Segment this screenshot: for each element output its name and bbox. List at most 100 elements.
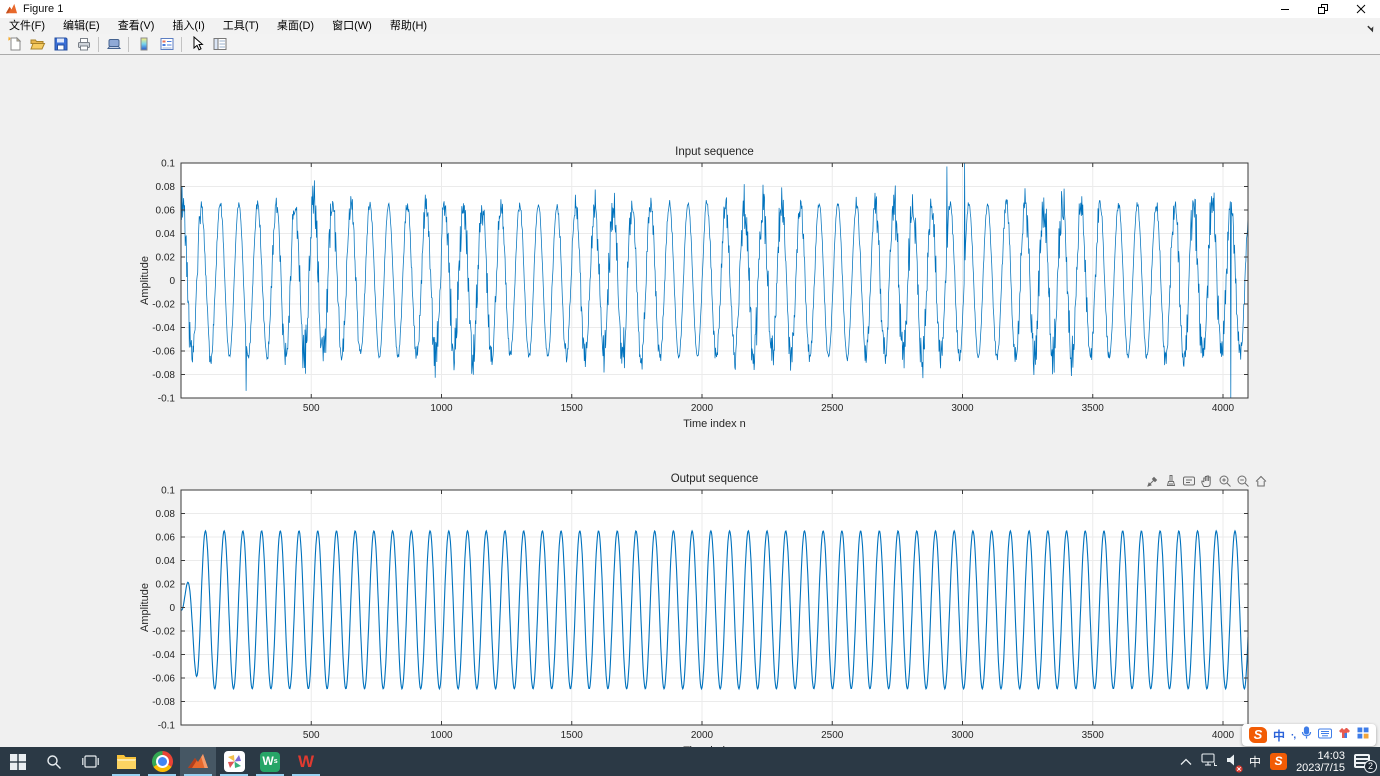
taskbar-app-pinwheel[interactable]: [216, 747, 252, 776]
y-tick-label: 0.08: [156, 509, 176, 520]
brush-icon[interactable]: [1164, 474, 1178, 488]
print-button[interactable]: [72, 35, 95, 54]
sogou-logo-icon[interactable]: S: [1249, 727, 1267, 743]
minimize-icon[interactable]: [1266, 0, 1304, 18]
matlab-icon: [187, 752, 209, 772]
ime-keyboard-icon[interactable]: [1318, 726, 1332, 744]
menu-edit[interactable]: 编辑(E): [54, 18, 109, 34]
x-tick-label: 1000: [430, 730, 453, 741]
y-tick-label: 0.1: [161, 159, 175, 170]
save-button[interactable]: [49, 35, 72, 54]
tray-ime-indicator[interactable]: 中: [1249, 753, 1261, 770]
y-tick-label: -0.06: [152, 674, 175, 685]
export-icon[interactable]: [1146, 474, 1160, 488]
y-axis-label: Amplitude: [139, 256, 151, 305]
ime-toolbox-icon[interactable]: [1357, 726, 1369, 744]
window-titlebar: Figure 1: [0, 0, 1380, 18]
insert-colorbar-button[interactable]: [132, 35, 155, 54]
input-sequence-plot: 5001000150020002500300035004000-0.1-0.08…: [135, 143, 1265, 445]
ime-chinese-mode-button[interactable]: 中: [1273, 727, 1285, 744]
new-figure-button[interactable]: [3, 35, 26, 54]
y-tick-label: -0.04: [152, 323, 175, 334]
y-tick-label: -0.02: [152, 300, 175, 311]
pan-icon[interactable]: [1200, 474, 1214, 488]
edit-plot-arrow-button[interactable]: [185, 35, 208, 54]
zoom-in-icon[interactable]: [1218, 474, 1232, 488]
toolbar-separator: [98, 37, 99, 52]
link-plot-button[interactable]: [102, 35, 125, 54]
menu-help[interactable]: 帮助(H): [381, 18, 436, 34]
tray-chevron-icon[interactable]: [1180, 753, 1192, 771]
tray-clock[interactable]: 14:03 2023/7/15: [1296, 750, 1345, 774]
wps-green-icon: Ws: [260, 752, 280, 772]
taskbar-app-chrome[interactable]: [144, 747, 180, 776]
zoom-out-icon[interactable]: [1236, 474, 1250, 488]
chart-title: Output sequence: [671, 473, 759, 485]
ime-mic-icon[interactable]: [1301, 726, 1312, 744]
clock-time: 14:03: [1296, 750, 1345, 762]
taskbar-app-wps-red[interactable]: W: [288, 747, 324, 776]
window-controls: [1266, 0, 1380, 18]
desktop-screen: Figure 1 文件(F) 编辑(E) 查看(V) 插入(I) 工具(T) 桌…: [0, 0, 1380, 776]
search-button[interactable]: [36, 747, 72, 776]
ime-toolbar: S 中 ·,: [1242, 724, 1376, 746]
menu-tools[interactable]: 工具(T): [214, 18, 268, 34]
x-tick-label: 1500: [561, 403, 584, 414]
y-tick-label: -0.08: [152, 697, 175, 708]
close-icon[interactable]: [1342, 0, 1380, 18]
x-tick-label: 3000: [951, 730, 974, 741]
open-file-button[interactable]: [26, 35, 49, 54]
x-tick-label: 2500: [821, 403, 844, 414]
tray-sogou-icon[interactable]: S: [1270, 753, 1287, 770]
insert-legend-button[interactable]: [155, 35, 178, 54]
task-view-button[interactable]: [72, 747, 108, 776]
x-tick-label: 2500: [821, 730, 844, 741]
start-button[interactable]: [0, 747, 36, 776]
tray-volume-muted-icon[interactable]: [1226, 753, 1240, 771]
tray-network-icon[interactable]: [1201, 753, 1217, 771]
toolbar-separator: [128, 37, 129, 52]
chrome-icon: [152, 751, 173, 772]
restore-icon[interactable]: [1304, 0, 1342, 18]
x-tick-label: 3500: [1082, 403, 1105, 414]
ime-punctuation-button[interactable]: ·,: [1291, 730, 1295, 741]
taskbar-app-explorer[interactable]: [108, 747, 144, 776]
x-tick-label: 3000: [951, 403, 974, 414]
clock-date: 2023/7/15: [1296, 762, 1345, 774]
output-sequence-plot: 5001000150020002500300035004000-0.1-0.08…: [135, 470, 1265, 772]
menu-file[interactable]: 文件(F): [0, 18, 54, 34]
toolbar-overflow-icon[interactable]: [1366, 20, 1375, 38]
taskbar-app-matlab[interactable]: [180, 747, 216, 776]
x-tick-label: 1500: [561, 730, 584, 741]
menu-insert[interactable]: 插入(I): [163, 18, 213, 34]
y-tick-label: 0: [169, 276, 175, 287]
menu-desktop[interactable]: 桌面(D): [268, 18, 323, 34]
y-axis-label: Amplitude: [139, 583, 151, 632]
y-tick-label: -0.06: [152, 347, 175, 358]
menu-window[interactable]: 窗口(W): [323, 18, 381, 34]
y-tick-label: 0.06: [156, 206, 176, 217]
property-inspector-button[interactable]: [208, 35, 231, 54]
y-tick-label: -0.1: [158, 721, 176, 732]
y-tick-label: 0.04: [156, 556, 176, 567]
menubar: 文件(F) 编辑(E) 查看(V) 插入(I) 工具(T) 桌面(D) 窗口(W…: [0, 18, 1380, 34]
menu-view[interactable]: 查看(V): [109, 18, 164, 34]
y-tick-label: -0.02: [152, 627, 175, 638]
y-tick-label: -0.04: [152, 650, 175, 661]
notification-center-button[interactable]: 2: [1354, 754, 1374, 770]
y-tick-label: 0.08: [156, 182, 176, 193]
y-tick-label: -0.1: [158, 394, 176, 405]
toolbar-separator: [181, 37, 182, 52]
ime-skin-icon[interactable]: [1338, 726, 1351, 744]
y-tick-label: 0.02: [156, 580, 176, 591]
y-tick-label: 0: [169, 603, 175, 614]
datatips-icon[interactable]: [1182, 474, 1196, 488]
x-axis-label: Time index n: [683, 418, 746, 430]
taskbar-app-wps-green[interactable]: Ws: [252, 747, 288, 776]
restore-view-home-icon[interactable]: [1254, 474, 1268, 488]
y-tick-label: -0.08: [152, 370, 175, 381]
axes-toolbar: [1146, 473, 1268, 489]
x-tick-label: 500: [303, 730, 320, 741]
y-tick-label: 0.06: [156, 533, 176, 544]
x-tick-label: 2000: [691, 730, 714, 741]
